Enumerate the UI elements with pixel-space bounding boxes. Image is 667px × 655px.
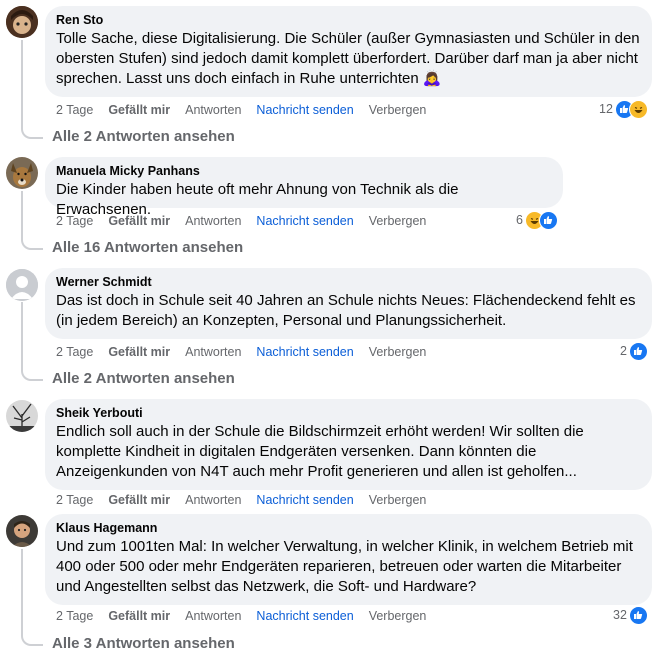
- reaction-count: 6: [516, 213, 523, 227]
- comment-actions: 2 Tage Gefällt mir Antworten Nachricht s…: [56, 608, 441, 624]
- avatar[interactable]: [6, 400, 38, 432]
- reaction-summary[interactable]: 6: [516, 210, 558, 230]
- comment-text: Das ist doch in Schule seit 40 Jahren an…: [56, 292, 636, 329]
- avatar[interactable]: [6, 269, 38, 301]
- view-replies-link[interactable]: Alle 16 Antworten ansehen: [52, 238, 243, 258]
- avatar[interactable]: [6, 157, 38, 189]
- thread-line: [21, 40, 43, 139]
- reply-button[interactable]: Antworten: [185, 608, 241, 624]
- comment-time[interactable]: 2 Tage: [56, 344, 93, 360]
- like-button[interactable]: Gefällt mir: [108, 213, 170, 229]
- comment-text: Endlich soll auch in der Schule die Bild…: [56, 423, 584, 480]
- like-button[interactable]: Gefällt mir: [108, 344, 170, 360]
- reply-button[interactable]: Antworten: [185, 492, 241, 508]
- hide-button[interactable]: Verbergen: [369, 492, 427, 508]
- thread-line: [21, 549, 43, 646]
- reply-button[interactable]: Antworten: [185, 344, 241, 360]
- hide-button[interactable]: Verbergen: [369, 608, 427, 624]
- comment-time[interactable]: 2 Tage: [56, 102, 93, 118]
- thread-line: [21, 302, 43, 381]
- reaction-summary[interactable]: 12: [599, 99, 648, 119]
- like-icon: [628, 341, 648, 361]
- comment-actions: 2 Tage Gefällt mir Antworten Nachricht s…: [56, 344, 441, 360]
- comment-bubble: Werner Schmidt Das ist doch in Schule se…: [45, 268, 652, 339]
- comment-time[interactable]: 2 Tage: [56, 213, 93, 229]
- comment-text: Tolle Sache, diese Digitalisierung. Die …: [56, 30, 640, 87]
- hide-button[interactable]: Verbergen: [369, 213, 427, 229]
- comment-actions: 2 Tage Gefällt mir Antworten Nachricht s…: [56, 213, 441, 229]
- comment-author[interactable]: Sheik Yerbouti: [56, 405, 640, 422]
- comment-author[interactable]: Klaus Hagemann: [56, 520, 640, 537]
- hide-button[interactable]: Verbergen: [369, 102, 427, 118]
- reaction-count: 2: [620, 344, 627, 358]
- comment-bubble: Manuela Micky Panhans Die Kinder haben h…: [45, 157, 563, 218]
- send-message-button[interactable]: Nachricht senden: [256, 344, 353, 360]
- reply-button[interactable]: Antworten: [185, 102, 241, 118]
- hide-button[interactable]: Verbergen: [369, 344, 427, 360]
- comment-author[interactable]: Werner Schmidt: [56, 274, 640, 291]
- reply-button[interactable]: Antworten: [185, 213, 241, 229]
- haha-icon: [628, 99, 648, 119]
- reaction-count: 12: [599, 102, 613, 116]
- comment-bubble: Ren Sto Tolle Sache, diese Digitalisieru…: [45, 6, 652, 97]
- send-message-button[interactable]: Nachricht senden: [256, 102, 353, 118]
- comment-author[interactable]: Manuela Micky Panhans: [56, 163, 551, 180]
- comment-actions: 2 Tage Gefällt mir Antworten Nachricht s…: [56, 102, 441, 118]
- like-button[interactable]: Gefällt mir: [108, 608, 170, 624]
- thread-line: [21, 191, 43, 250]
- comment-bubble: Klaus Hagemann Und zum 1001ten Mal: In w…: [45, 514, 652, 605]
- comment-time[interactable]: 2 Tage: [56, 608, 93, 624]
- send-message-button[interactable]: Nachricht senden: [256, 492, 353, 508]
- reaction-count: 32: [613, 608, 627, 622]
- send-message-button[interactable]: Nachricht senden: [256, 608, 353, 624]
- view-replies-link[interactable]: Alle 2 Antworten ansehen: [52, 369, 235, 389]
- like-button[interactable]: Gefällt mir: [108, 492, 170, 508]
- reaction-summary[interactable]: 32: [613, 605, 648, 625]
- like-icon: [538, 210, 558, 230]
- comment-time[interactable]: 2 Tage: [56, 492, 93, 508]
- avatar[interactable]: [6, 515, 38, 547]
- send-message-button[interactable]: Nachricht senden: [256, 213, 353, 229]
- view-replies-link[interactable]: Alle 3 Antworten ansehen: [52, 634, 235, 654]
- like-icon: [628, 605, 648, 625]
- comment-author[interactable]: Ren Sto: [56, 12, 640, 29]
- comment-actions: 2 Tage Gefällt mir Antworten Nachricht s…: [56, 492, 441, 508]
- reaction-summary[interactable]: 2: [620, 341, 648, 361]
- like-button[interactable]: Gefällt mir: [108, 102, 170, 118]
- view-replies-link[interactable]: Alle 2 Antworten ansehen: [52, 127, 235, 147]
- comment-bubble: Sheik Yerbouti Endlich soll auch in der …: [45, 399, 652, 490]
- comment-text: Und zum 1001ten Mal: In welcher Verwaltu…: [56, 538, 633, 595]
- avatar[interactable]: [6, 6, 38, 38]
